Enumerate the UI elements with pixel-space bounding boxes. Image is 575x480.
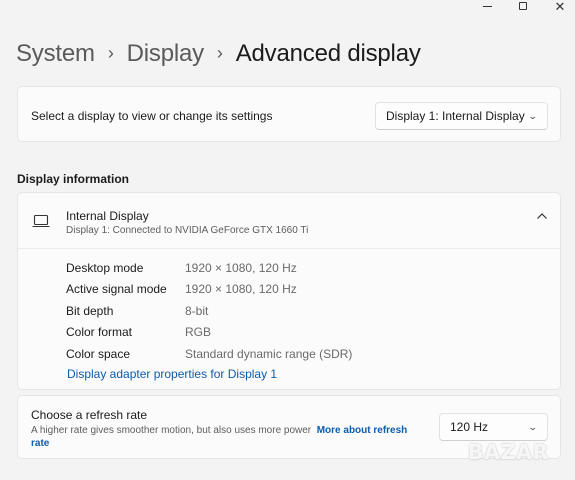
row-value: 8-bit	[185, 303, 209, 318]
maximize-icon	[519, 2, 527, 10]
info-row: Desktop mode 1920 × 1080, 120 Hz	[66, 257, 352, 279]
maximize-button[interactable]	[508, 0, 538, 12]
refresh-description: A higher rate gives smoother motion, but…	[31, 425, 312, 436]
row-label: Active signal mode	[66, 282, 167, 297]
row-value: Standard dynamic range (SDR)	[185, 346, 353, 361]
minimize-button[interactable]	[472, 0, 502, 12]
laptop-icon	[32, 214, 50, 228]
refresh-description-block: A higher rate gives smoother motion, but…	[31, 424, 426, 450]
refresh-rate-dropdown[interactable]: 120 Hz ⌄	[439, 413, 548, 441]
info-row: Active signal mode 1920 × 1080, 120 Hz	[66, 279, 352, 301]
display-select-card: Select a display to view or change its s…	[17, 86, 561, 142]
row-value: 1920 × 1080, 120 Hz	[185, 282, 297, 297]
section-title: Display information	[17, 172, 130, 186]
row-label: Desktop mode	[66, 260, 144, 275]
close-button[interactable]: ✕	[545, 0, 575, 14]
row-label: Color space	[66, 346, 131, 361]
display-select-dropdown[interactable]: Display 1: Internal Display ⌄	[375, 102, 548, 130]
display-info-header[interactable]: Internal Display Display 1: Connected to…	[18, 193, 560, 249]
refresh-title: Choose a refresh rate	[31, 408, 148, 422]
info-row: Color format RGB	[66, 322, 352, 344]
breadcrumb-separator: ›	[107, 42, 114, 63]
chevron-down-icon: ⌄	[528, 421, 539, 432]
display-info-rows: Desktop mode 1920 × 1080, 120 Hz Active …	[66, 257, 352, 365]
row-value: 1920 × 1080, 120 Hz	[185, 260, 297, 275]
minimize-icon	[482, 5, 492, 7]
row-label: Bit depth	[66, 303, 114, 318]
row-value: RGB	[185, 325, 212, 340]
refresh-rate-value: 120 Hz	[450, 420, 489, 434]
chevron-down-icon: ⌄	[528, 110, 539, 121]
display-select-label: Select a display to view or change its s…	[31, 109, 273, 123]
watermark-logo: BAZAR	[468, 440, 550, 464]
close-icon: ✕	[554, 0, 566, 14]
info-row: Color space Standard dynamic range (SDR)	[66, 343, 352, 365]
info-row: Bit depth 8-bit	[66, 300, 352, 322]
device-subtitle: Display 1: Connected to NVIDIA GeForce G…	[66, 225, 309, 236]
breadcrumb-display[interactable]: Display	[127, 40, 204, 68]
breadcrumb-separator: ›	[216, 42, 223, 63]
chevron-up-icon[interactable]	[536, 212, 548, 220]
title-bar: ✕	[0, 0, 575, 14]
display-info-card: Internal Display Display 1: Connected to…	[17, 192, 561, 390]
display-select-value: Display 1: Internal Display	[386, 109, 525, 123]
device-title: Internal Display	[66, 209, 149, 223]
page-title: Advanced display	[235, 40, 421, 67]
breadcrumb: System › Display › Advanced display	[16, 40, 421, 68]
display-adapter-link[interactable]: Display adapter properties for Display 1	[67, 367, 277, 381]
row-label: Color format	[66, 325, 133, 340]
breadcrumb-system[interactable]: System	[16, 40, 95, 68]
